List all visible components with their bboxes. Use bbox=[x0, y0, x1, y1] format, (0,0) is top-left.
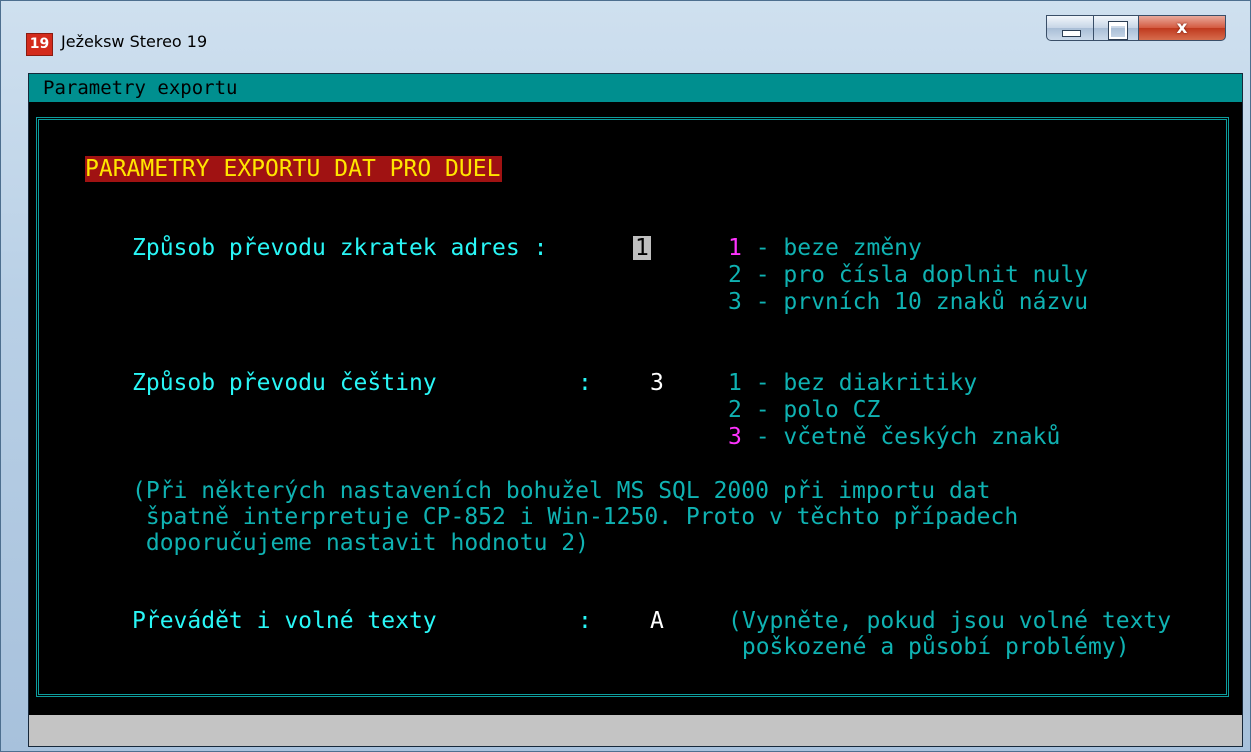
free-texts-hint-1: (Vypněte, pokud jsou volné texty bbox=[728, 608, 1172, 634]
option-number: 1 bbox=[728, 370, 742, 396]
czech-option-2: 2 - polo CZ bbox=[728, 398, 880, 422]
address-option-1: 1 - beze změny bbox=[728, 236, 922, 260]
status-bar bbox=[29, 715, 1242, 746]
close-icon: x bbox=[1176, 18, 1188, 38]
czech-option-1: 1 - bez diakritiky bbox=[728, 371, 977, 395]
screen-title: Parametry exportu bbox=[43, 77, 238, 99]
free-texts-label: Převádět i volné texty bbox=[132, 608, 437, 634]
czech-conversion-label: Způsob převodu češtiny bbox=[132, 370, 437, 396]
maximize-icon bbox=[1108, 21, 1128, 40]
option-number: 1 bbox=[728, 235, 742, 261]
note-line-3: doporučujeme nastavit hodnotu 2) bbox=[132, 530, 589, 556]
option-text: - včetně českých znaků bbox=[741, 424, 1061, 450]
option-text: - pro čísla doplnit nuly bbox=[741, 262, 1089, 288]
free-texts-input[interactable]: A bbox=[650, 609, 664, 633]
free-texts-colon: : bbox=[578, 608, 592, 634]
console-area: Parametry exportu PARAMETRY EXPORTU DAT … bbox=[28, 73, 1243, 747]
czech-option-3: 3 - včetně českých znaků bbox=[728, 425, 1060, 449]
app-window: 19 Ježeksw Stereo 19 x Parametry exportu… bbox=[0, 0, 1251, 752]
note-line-1: (Při některých nastaveních bohužel MS SQ… bbox=[132, 478, 991, 504]
minimize-icon bbox=[1062, 30, 1081, 37]
option-number: 2 bbox=[728, 262, 742, 288]
option-number: 3 bbox=[728, 289, 742, 315]
close-button[interactable]: x bbox=[1138, 15, 1226, 41]
address-conversion-label: Způsob převodu zkratek adres : bbox=[132, 235, 548, 261]
czech-conversion-colon: : bbox=[578, 370, 592, 396]
option-number: 2 bbox=[728, 397, 742, 423]
form-heading: PARAMETRY EXPORTU DAT PRO DUEL bbox=[85, 156, 503, 182]
address-conversion-input[interactable]: 1 bbox=[633, 236, 651, 260]
window-title: Ježeksw Stereo 19 bbox=[61, 32, 208, 51]
option-text: - polo CZ bbox=[741, 397, 881, 423]
title-bar[interactable]: 19 Ježeksw Stereo 19 x bbox=[1, 1, 1250, 71]
option-number: 3 bbox=[728, 424, 742, 450]
minimize-button[interactable] bbox=[1046, 15, 1094, 41]
option-text: - prvních 10 znaků názvu bbox=[741, 289, 1089, 315]
address-option-3: 3 - prvních 10 znaků názvu bbox=[728, 290, 1088, 314]
option-text: - bez diakritiky bbox=[741, 370, 978, 396]
screen-title-bar: Parametry exportu bbox=[29, 74, 1242, 102]
maximize-button[interactable] bbox=[1093, 15, 1139, 41]
czech-conversion-input[interactable]: 3 bbox=[650, 371, 664, 395]
note-line-2: špatně interpretuje CP-852 i Win-1250. P… bbox=[132, 504, 1019, 530]
address-option-2: 2 - pro čísla doplnit nuly bbox=[728, 263, 1088, 287]
free-texts-hint-2: poškozené a působí problémy) bbox=[728, 634, 1130, 660]
app-icon[interactable]: 19 bbox=[26, 33, 53, 56]
option-text: - beze změny bbox=[741, 235, 922, 261]
